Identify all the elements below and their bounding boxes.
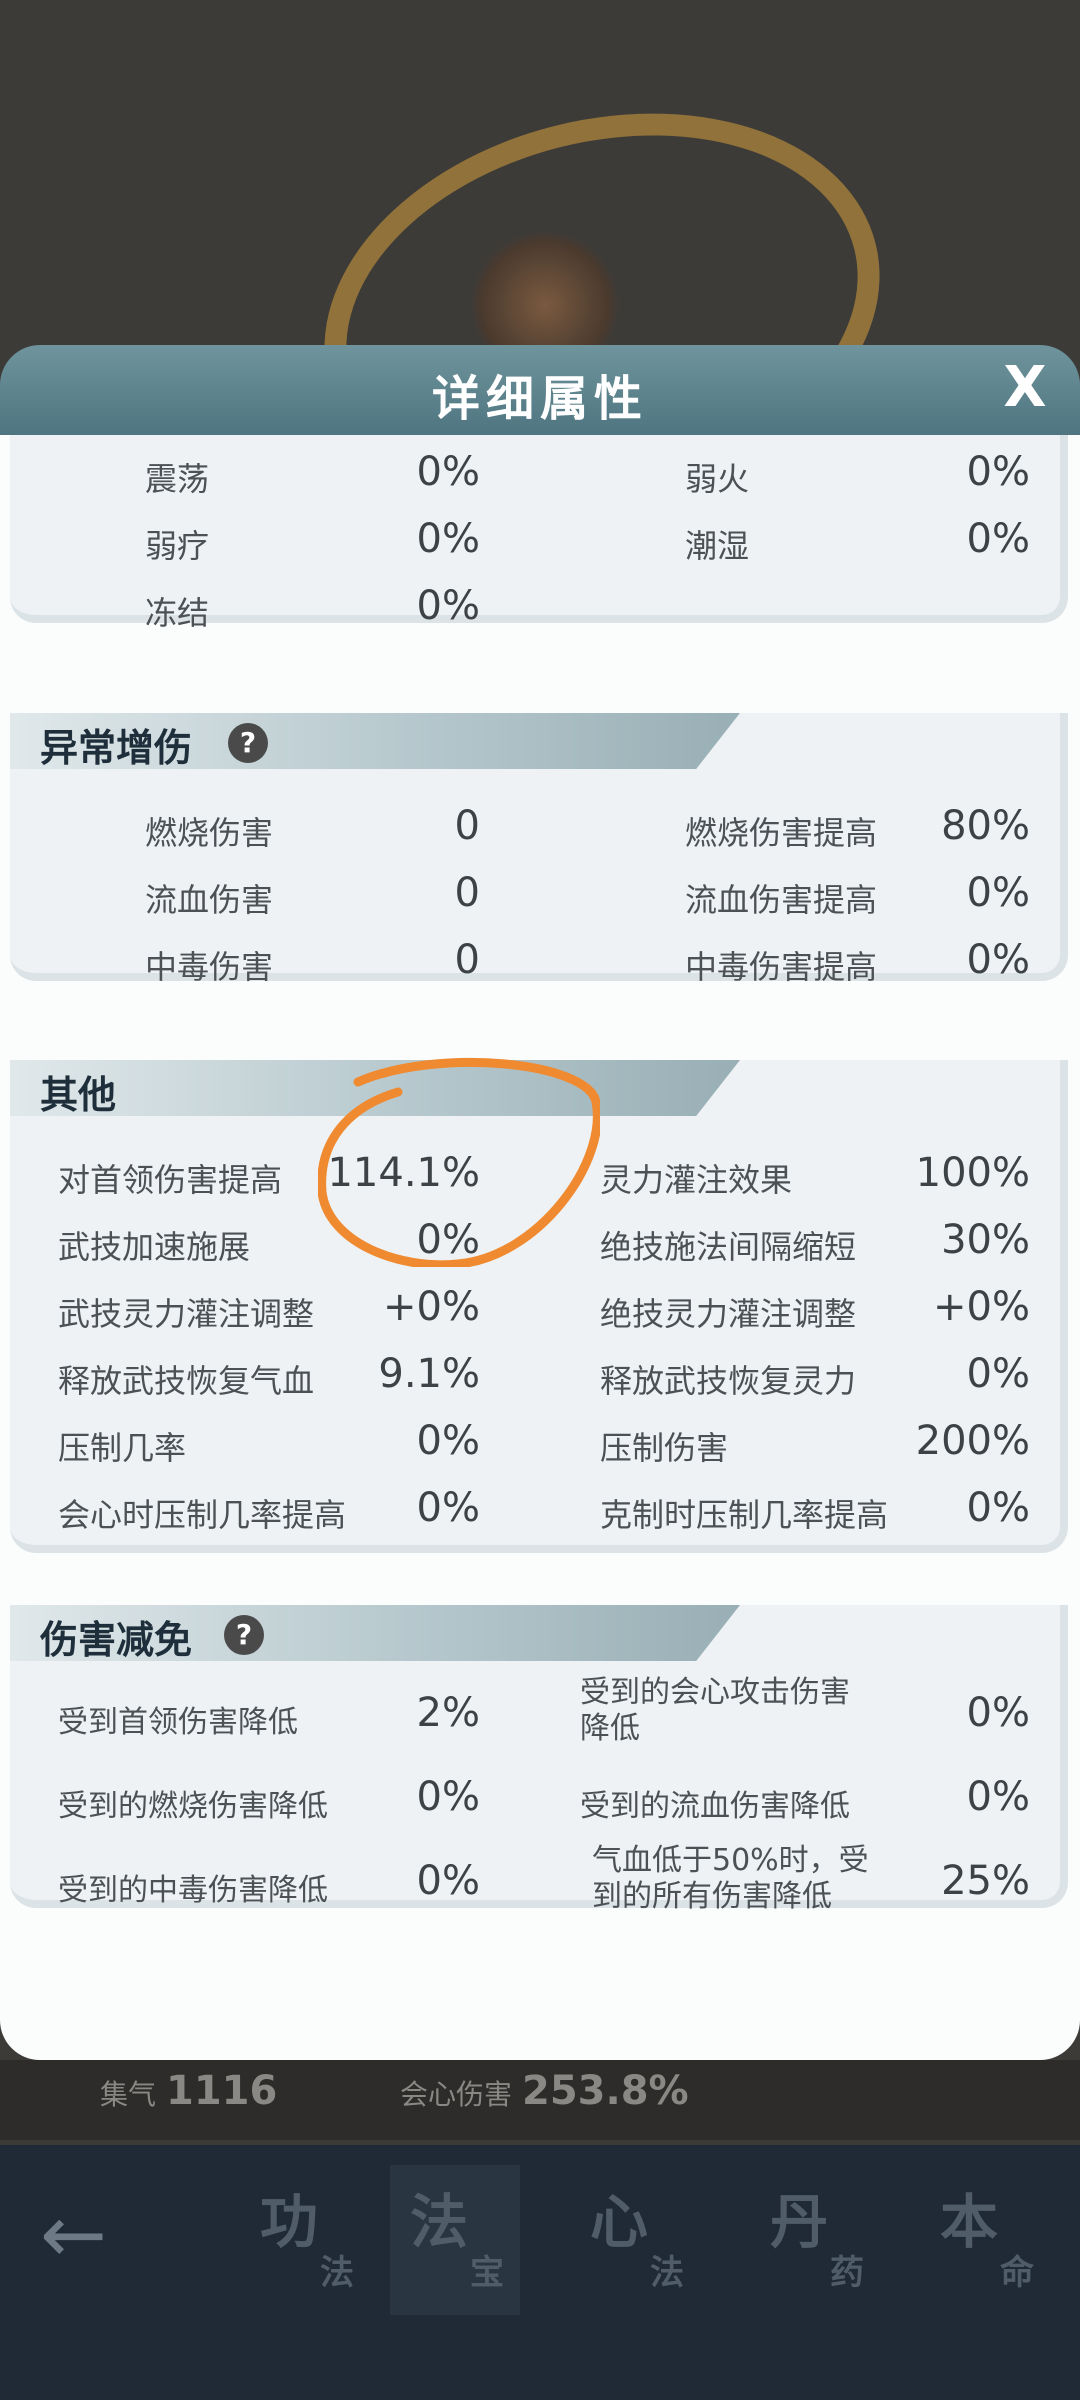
tab-xinfa[interactable]: 心 法 <box>570 2165 700 2315</box>
stat-value: 30% <box>941 1217 1030 1263</box>
stat-label: 武技加速施展 <box>58 1228 251 1266</box>
tab-gongfa-big: 功 <box>260 2188 319 2256</box>
stat-value: +0% <box>933 1284 1030 1330</box>
stat-label: 受到的会心攻击伤害降低 <box>580 1675 850 1746</box>
stat-label: 燃烧伤害 <box>145 814 274 852</box>
tab-danyao-small: 药 <box>830 2253 864 2293</box>
tab-xinfa-small: 法 <box>650 2253 684 2293</box>
stat-label: 受到的燃烧伤害降低 <box>58 1789 328 1824</box>
tab-benming[interactable]: 本 命 <box>920 2165 1050 2315</box>
stat-label: 受到的中毒伤害降低 <box>58 1873 328 1908</box>
section-abnormal-damage: 异常增伤 ? 燃烧伤害 0 燃烧伤害提高 80% 流血伤害 0 流血伤害提高 0… <box>10 713 1068 986</box>
stat-value: 0% <box>416 583 480 629</box>
stat-value: 0% <box>966 1774 1030 1820</box>
tab-gongfa[interactable]: 功 法 <box>240 2165 370 2315</box>
stat-value: 0% <box>416 1418 480 1464</box>
stat-value: 0% <box>416 1485 480 1531</box>
help-icon[interactable]: ? <box>228 723 268 763</box>
help-icon[interactable]: ? <box>224 1615 264 1655</box>
stat-label: 弱火 <box>685 460 750 498</box>
stat-value: 0% <box>966 516 1030 562</box>
tab-benming-big: 本 <box>940 2188 999 2256</box>
stat-value: 2% <box>416 1690 480 1736</box>
bottom-nav: ← 功 法 法 宝 心 法 丹 药 本 命 <box>0 2145 1080 2400</box>
crit-value: 253.8% <box>522 2068 689 2114</box>
tab-benming-small: 命 <box>1000 2253 1034 2293</box>
stat-label: 流血伤害 <box>145 881 274 919</box>
stat-value: 80% <box>941 803 1030 849</box>
stat-label: 绝技施法间隔缩短 <box>600 1228 857 1266</box>
tab-fabao[interactable]: 法 宝 <box>390 2165 520 2315</box>
close-button[interactable]: X <box>990 353 1060 423</box>
stat-label: 冻结 <box>145 594 210 632</box>
tab-fabao-small: 宝 <box>470 2253 504 2293</box>
tab-gongfa-small: 法 <box>320 2253 354 2293</box>
stat-label: 潮湿 <box>685 527 750 565</box>
stat-value: 25% <box>941 1858 1030 1904</box>
section-title: 异常增伤 <box>40 726 193 770</box>
modal-body[interactable]: 震荡 0% 弱火 0% 弱疗 0% 潮湿 0% 冻结 0% 异常增伤 ? 燃烧伤… <box>0 435 1080 2060</box>
tab-danyao[interactable]: 丹 药 <box>750 2165 880 2315</box>
stat-label: 绝技灵力灌注调整 <box>600 1295 857 1333</box>
detail-attributes-modal: 详细属性 X 震荡 0% 弱火 0% 弱疗 0% 潮湿 0% 冻结 0% 异常增… <box>0 345 1080 2070</box>
tab-xinfa-big: 心 <box>590 2188 649 2256</box>
stat-value: 0% <box>416 449 480 495</box>
stat-value: +0% <box>383 1284 480 1330</box>
stat-label: 释放武技恢复灵力 <box>600 1362 857 1400</box>
section-title: 其他 <box>40 1073 117 1117</box>
qi-label: 集气 <box>100 2078 157 2111</box>
modal-title: 详细属性 <box>431 371 648 427</box>
stat-value: 0% <box>966 1485 1030 1531</box>
tab-danyao-big: 丹 <box>770 2188 829 2256</box>
section-header <box>10 1060 740 1116</box>
stat-value: 200% <box>915 1418 1030 1464</box>
stat-label: 流血伤害提高 <box>685 881 878 919</box>
stat-label: 释放武技恢复气血 <box>58 1362 315 1400</box>
section-other: 其他 对首领伤害提高 114.1% 灵力灌注效果 100% 武技加速施展 0% … <box>10 1060 1068 1553</box>
stat-label: 武技灵力灌注调整 <box>58 1295 315 1333</box>
qi-value: 1116 <box>166 2068 278 2114</box>
stat-label: 中毒伤害提高 <box>685 948 878 986</box>
stat-value: 0% <box>416 1858 480 1904</box>
stat-label: 燃烧伤害提高 <box>685 814 878 852</box>
stat-label: 弱疗 <box>145 527 210 565</box>
section-damage-reduction: 伤害减免 ? 受到首领伤害降低 2% 受到的会心攻击伤害降低 0% 受到的燃烧伤… <box>10 1605 1068 1914</box>
stat-label: 克制时压制几率提高 <box>600 1496 889 1534</box>
qi-stat: 集气 1116 <box>100 2068 277 2114</box>
stat-label: 震荡 <box>145 460 210 498</box>
stat-value: 0% <box>966 449 1030 495</box>
stat-label: 灵力灌注效果 <box>600 1161 793 1199</box>
stat-value: 9.1% <box>378 1351 480 1397</box>
back-arrow-icon[interactable]: ← <box>40 2195 140 2275</box>
stat-value: 100% <box>915 1150 1030 1196</box>
stat-value: 0% <box>966 1690 1030 1736</box>
stat-value: 0 <box>454 937 480 983</box>
crit-stat: 会心伤害 253.8% <box>400 2068 689 2114</box>
stat-value: 114.1% <box>327 1150 480 1196</box>
stat-value: 0% <box>416 1217 480 1263</box>
stat-label: 中毒伤害 <box>145 948 274 986</box>
stat-value: 0% <box>966 870 1030 916</box>
modal-header: 详细属性 X <box>0 345 1080 435</box>
stat-label: 气血低于50%时，受到的所有伤害降低 <box>592 1843 869 1914</box>
section-title: 伤害减免 <box>40 1618 193 1662</box>
stat-value: 0% <box>416 1774 480 1820</box>
stat-value: 0% <box>966 937 1030 983</box>
stat-label: 压制几率 <box>58 1429 187 1467</box>
stat-label: 对首领伤害提高 <box>58 1161 283 1199</box>
stat-label: 会心时压制几率提高 <box>58 1496 347 1534</box>
crit-label: 会心伤害 <box>400 2078 513 2111</box>
section-partial-top: 震荡 0% 弱火 0% 弱疗 0% 潮湿 0% 冻结 0% <box>10 435 1068 632</box>
stat-label: 受到的流血伤害降低 <box>580 1789 850 1824</box>
tab-fabao-big: 法 <box>410 2188 469 2256</box>
stat-value: 0 <box>454 870 480 916</box>
stat-label: 受到首领伤害降低 <box>58 1705 298 1740</box>
stat-value: 0 <box>454 803 480 849</box>
stat-value: 0% <box>966 1351 1030 1397</box>
stat-label: 压制伤害 <box>600 1429 729 1467</box>
stat-value: 0% <box>416 516 480 562</box>
